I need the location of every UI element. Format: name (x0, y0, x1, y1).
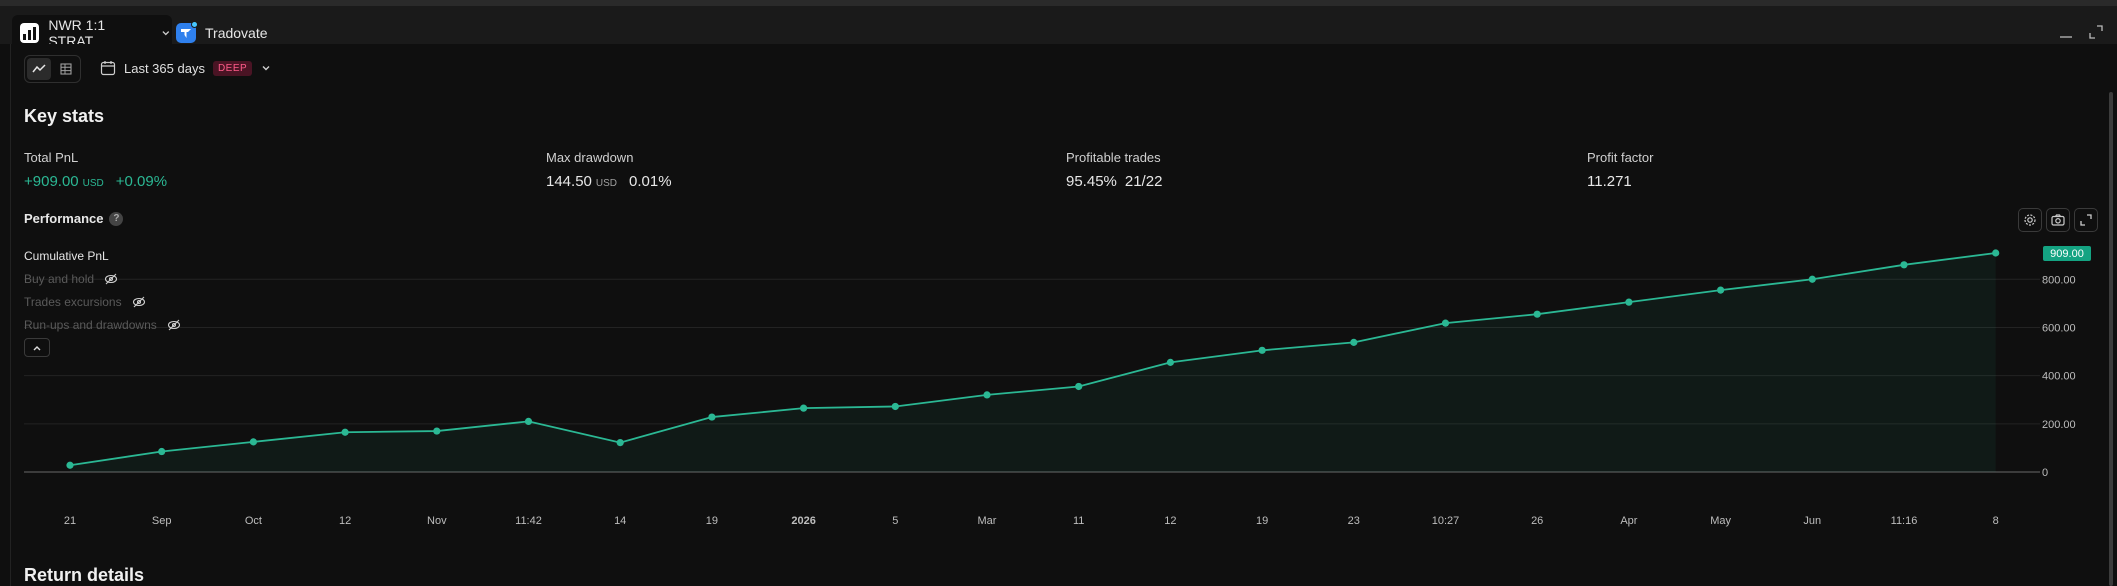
legend-cumulative-pnl[interactable]: Cumulative PnL (24, 244, 181, 267)
x-tick-label: 19 (1256, 515, 1268, 527)
data-point (249, 438, 257, 446)
legend-label: Run-ups and drawdowns (24, 317, 157, 332)
x-tick-label: 8 (1993, 515, 1999, 527)
cumulative-pnl-area (70, 253, 1996, 472)
performance-chart: 0 200.00 400.00 600.00 800.00 21 Sep Oct 12 Nov 11… (24, 246, 2091, 527)
data-point (433, 427, 441, 435)
x-tick-label: 10:27 (1432, 515, 1460, 527)
legend-label: Buy and hold (24, 271, 95, 286)
last-value-label: 909.00 (2050, 248, 2084, 260)
data-point (1717, 286, 1725, 294)
x-tick-label: Nov (427, 515, 447, 527)
data-point (1900, 261, 1908, 269)
x-tick-label: 12 (1164, 515, 1176, 527)
data-point (891, 402, 899, 411)
legend-run-ups-drawdowns[interactable]: Run-ups and drawdowns (24, 313, 181, 336)
data-point (1166, 358, 1174, 366)
x-tick-label: Sep (152, 515, 172, 527)
data-point (341, 428, 349, 436)
legend-label: Trades excursions (24, 294, 122, 309)
x-tick-label: May (1710, 515, 1731, 527)
data-point (1992, 249, 2000, 257)
y-tick-label: 800.00 (2042, 274, 2076, 286)
data-point (800, 404, 808, 412)
x-tick-label: 26 (1531, 515, 1543, 527)
data-point (1441, 319, 1450, 327)
collapse-legend-button[interactable] (24, 338, 50, 357)
x-tick-label: Oct (245, 515, 262, 527)
data-point (1350, 338, 1358, 346)
x-tick-label: 11 (1073, 515, 1084, 527)
x-tick-label: 5 (892, 515, 898, 527)
data-point (158, 447, 166, 456)
data-point (1075, 382, 1083, 391)
chart-legend: Cumulative PnL Buy and hold Trades excur… (24, 244, 181, 336)
data-point (1533, 310, 1541, 318)
x-tick-label: 14 (614, 515, 626, 527)
data-point (983, 391, 991, 399)
return-details-title: Return details (24, 565, 145, 585)
x-tick-label: 23 (1348, 515, 1360, 527)
eye-off-icon[interactable] (167, 318, 181, 332)
legend-trades-excursions[interactable]: Trades excursions (24, 290, 181, 313)
y-tick-label: 0 (2042, 467, 2048, 479)
y-tick-label: 400.00 (2042, 371, 2076, 383)
data-point (708, 413, 716, 421)
legend-buy-and-hold[interactable]: Buy and hold (24, 267, 181, 290)
chevron-up-icon (33, 345, 41, 350)
eye-off-icon[interactable] (104, 272, 118, 286)
x-tick-label: 2026 (791, 515, 815, 527)
eye-off-icon[interactable] (132, 295, 146, 309)
scrollbar[interactable] (2109, 92, 2113, 586)
x-tick-label: 11:16 (1891, 515, 1918, 527)
data-point (1808, 275, 1816, 283)
data-point (66, 461, 74, 469)
legend-label: Cumulative PnL (24, 248, 109, 263)
x-tick-label: Apr (1620, 515, 1637, 527)
data-point (616, 439, 624, 447)
x-tick-label: 12 (339, 515, 351, 527)
x-tick-label: Mar (978, 515, 997, 527)
y-tick-label: 600.00 (2042, 322, 2076, 334)
data-point (1258, 346, 1266, 354)
x-tick-label: 11:42 (515, 515, 542, 527)
data-point (524, 417, 533, 426)
y-tick-label: 200.00 (2042, 419, 2076, 431)
x-tick-label: Jun (1803, 515, 1821, 527)
x-tick-label: 21 (64, 515, 76, 527)
data-point (1625, 298, 1633, 306)
x-tick-label: 19 (706, 515, 718, 527)
